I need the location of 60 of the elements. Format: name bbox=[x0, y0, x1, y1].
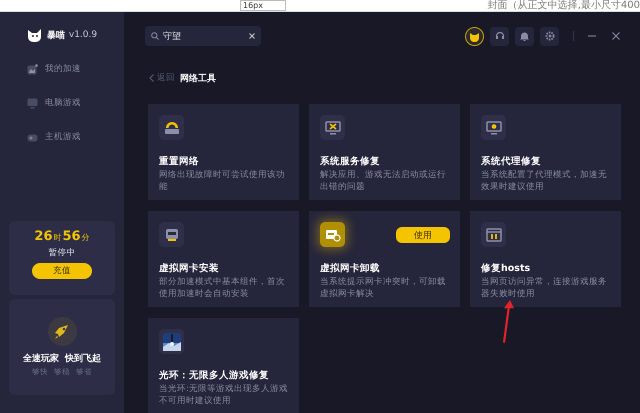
search-field[interactable]: 守望 bbox=[145, 26, 261, 46]
search-icon bbox=[151, 32, 159, 40]
tool-card[interactable]: 虚拟网卡安装 部分加速模式中基本组件，首次使用加速时会自动安装 bbox=[148, 211, 299, 307]
monitor-icon bbox=[27, 98, 38, 108]
monitor-gear-icon bbox=[486, 120, 502, 134]
headset-icon bbox=[494, 31, 504, 41]
search-input[interactable]: 守望 bbox=[163, 31, 245, 41]
gamepad-icon bbox=[27, 132, 38, 142]
network-card-remove-icon bbox=[324, 228, 340, 242]
tool-card[interactable]: 修复hosts 当网页访问异常，连接游戏服务器失败时使用 bbox=[470, 211, 621, 307]
tool-description: 当系统配置了代理模式，加速无效果时建议使用 bbox=[481, 169, 608, 193]
tool-title: 修复hosts bbox=[481, 262, 532, 275]
monitor-tools-icon bbox=[324, 120, 340, 134]
nav-item[interactable]: 电脑游戏 bbox=[27, 92, 124, 114]
network-card-icon bbox=[164, 228, 180, 242]
browser-tools-icon bbox=[486, 228, 502, 242]
minutes-unit: 分 bbox=[82, 232, 90, 243]
recharge-button[interactable]: 充值 bbox=[32, 263, 92, 279]
tool-card[interactable]: 系统服务修复 解决应用、游戏无法启动或运行出错的问题 bbox=[309, 104, 460, 200]
nav-item[interactable]: 主机游戏 bbox=[27, 126, 124, 148]
avatar-icon[interactable] bbox=[465, 26, 484, 46]
font-size-field[interactable]: 16px bbox=[240, 0, 286, 11]
router-icon bbox=[164, 120, 180, 134]
cat-logo-icon bbox=[26, 28, 43, 42]
notification-button[interactable] bbox=[515, 26, 534, 46]
tool-card[interactable]: 光环：无限多人游戏修复 当光环:无限等游戏出现多人游戏不可用时建议使用 bbox=[148, 318, 299, 413]
tool-card[interactable]: 使用 虚拟网卡卸载 当系统提示网卡冲突时，可卸载虚拟网卡解决 bbox=[309, 211, 460, 307]
bell-icon bbox=[520, 31, 529, 41]
tool-description: 当网页访问异常，连接游戏服务器失败时使用 bbox=[481, 276, 608, 300]
settings-icon bbox=[544, 31, 554, 41]
promo-slogan: 全速玩家 快到飞起 bbox=[22, 352, 102, 365]
rocket-icon bbox=[48, 317, 76, 346]
tool-title: 光环：无限多人游戏修复 bbox=[159, 369, 270, 382]
image-icon bbox=[27, 64, 38, 74]
page-title: 网络工具 bbox=[180, 72, 216, 84]
tool-description: 网络出现故障时可尝试使用该功能 bbox=[159, 169, 286, 193]
tool-title: 虚拟网卡安装 bbox=[159, 262, 220, 275]
tool-description: 解决应用、游戏无法启动或运行出错的问题 bbox=[320, 169, 447, 193]
clear-icon[interactable] bbox=[249, 33, 255, 39]
tool-description: 部分加速模式中基本组件，首次使用加速时会自动安装 bbox=[159, 276, 286, 300]
tool-title: 系统代理修复 bbox=[481, 155, 542, 168]
tool-title: 虚拟网卡卸载 bbox=[320, 262, 381, 275]
hours-value: 26 bbox=[34, 229, 52, 244]
chevron-left-icon bbox=[149, 74, 154, 82]
app-version: v1.0.9 bbox=[68, 30, 98, 40]
use-button[interactable]: 使用 bbox=[396, 227, 450, 243]
settings-button[interactable] bbox=[540, 26, 559, 46]
minutes-value: 56 bbox=[62, 229, 81, 244]
tool-description: 当系统提示网卡冲突时，可卸载虚拟网卡解决 bbox=[320, 276, 447, 300]
close-icon[interactable] bbox=[612, 32, 620, 40]
tool-card[interactable]: 重置网络 网络出现故障时可尝试使用该功能 bbox=[148, 104, 299, 200]
pause-status: 暂停中 bbox=[48, 247, 76, 259]
hours-unit: 时 bbox=[54, 232, 62, 243]
support-button[interactable] bbox=[490, 26, 509, 46]
tool-title: 系统服务修复 bbox=[320, 155, 381, 168]
tool-title: 重置网络 bbox=[159, 155, 200, 168]
app-name: 暴喵 bbox=[46, 29, 65, 42]
tool-card[interactable]: 系统代理修复 当系统配置了代理模式，加速无效果时建议使用 bbox=[470, 104, 621, 200]
nav-item[interactable]: 我的加速 bbox=[27, 58, 124, 80]
tool-description: 当光环:无限等游戏出现多人游戏不可用时建议使用 bbox=[159, 383, 289, 407]
